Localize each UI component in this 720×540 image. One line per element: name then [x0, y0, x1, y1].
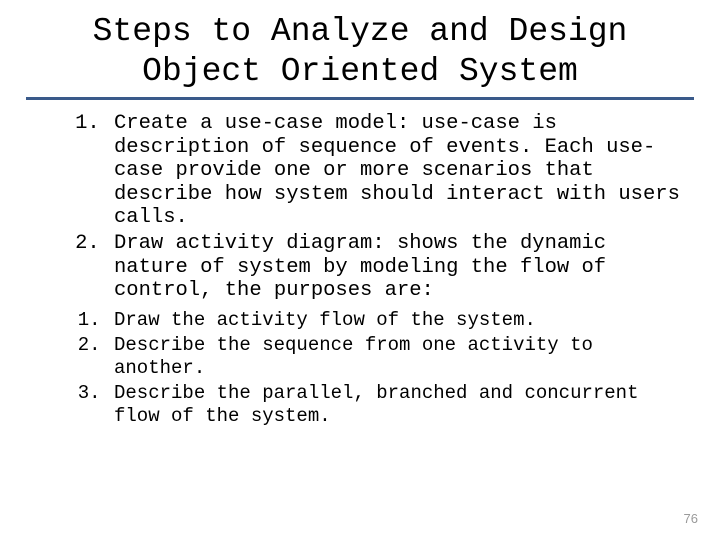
- slide-body: Create a use-case model: use-case is des…: [0, 112, 720, 428]
- substeps-list: Draw the activity flow of the system. De…: [34, 309, 686, 429]
- substep-3-text: Describe the parallel, branched and conc…: [114, 382, 639, 427]
- step-2-text: Draw activity diagram: shows the dynamic…: [114, 232, 606, 302]
- step-1: Create a use-case model: use-case is des…: [112, 112, 686, 230]
- step-1-text: Create a use-case model: use-case is des…: [114, 112, 680, 229]
- slide-title: Steps to Analyze and Design Object Orien…: [0, 0, 720, 97]
- slide: Steps to Analyze and Design Object Orien…: [0, 0, 720, 540]
- step-2: Draw activity diagram: shows the dynamic…: [112, 232, 686, 303]
- page-number: 76: [684, 511, 698, 526]
- substep-2: Describe the sequence from one activity …: [112, 334, 686, 380]
- substep-2-text: Describe the sequence from one activity …: [114, 334, 593, 379]
- title-line-2: Object Oriented System: [142, 53, 578, 90]
- substep-1: Draw the activity flow of the system.: [112, 309, 686, 332]
- title-line-1: Steps to Analyze and Design: [93, 13, 628, 50]
- main-steps-list: Create a use-case model: use-case is des…: [34, 112, 686, 303]
- title-underline: [26, 97, 694, 100]
- substep-3: Describe the parallel, branched and conc…: [112, 382, 686, 428]
- substep-1-text: Draw the activity flow of the system.: [114, 309, 536, 331]
